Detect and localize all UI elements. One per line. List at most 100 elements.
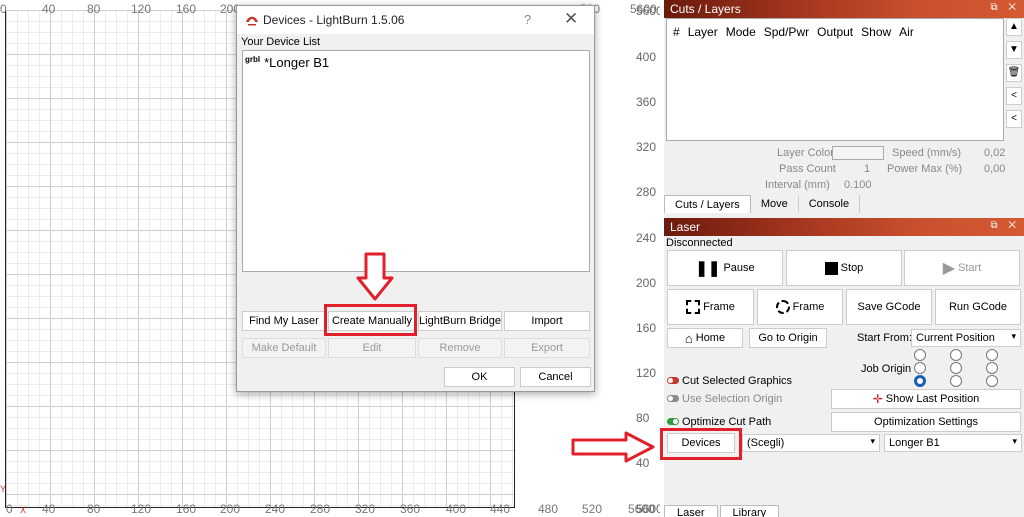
cut-selected-label: Cut Selected Graphics — [682, 375, 793, 387]
device-select[interactable]: Longer B1 ▾ — [884, 434, 1022, 452]
pause-icon: ❚❚ — [695, 260, 721, 277]
make-default-button[interactable]: Make Default — [242, 338, 326, 358]
ruler-bottom-label: 440 — [490, 502, 511, 516]
pause-button[interactable]: ❚❚ Pause — [667, 250, 783, 286]
edit-button[interactable]: Edit — [328, 338, 416, 358]
job-origin-top-center[interactable] — [950, 349, 962, 361]
go-to-origin-button[interactable]: Go to Origin — [749, 328, 827, 348]
job-origin-bottom-left[interactable] — [914, 375, 926, 387]
device-name: *Longer B1 — [264, 55, 330, 70]
tab-library[interactable]: Library — [719, 505, 780, 517]
tab-cuts-layers[interactable]: Cuts / Layers — [664, 195, 751, 213]
ruler-bottom-label: 520 — [582, 502, 603, 516]
cut-selected-toggle[interactable] — [667, 377, 679, 384]
devices-button-highlight — [660, 428, 742, 460]
panel-float-close-icon[interactable]: ⧉ ✕ — [990, 220, 1020, 231]
ok-button[interactable]: OK — [444, 367, 515, 387]
show-last-position-button[interactable]: ✛ Show Last Position — [831, 389, 1021, 409]
chevron-down-icon: ▾ — [1011, 331, 1016, 341]
chevron-down-icon: ▾ — [1012, 436, 1017, 446]
ruler-right-label: 160 — [636, 321, 657, 335]
panel-float-close-icon[interactable]: ⧉ ✕ — [990, 2, 1020, 13]
laser-bottom-tabs: Laser Library — [664, 505, 781, 517]
home-icon: ⌂ — [684, 330, 693, 346]
remove-button[interactable]: Remove — [418, 338, 502, 358]
pass-count-value[interactable]: 1 — [864, 163, 870, 175]
create-manually-highlight — [324, 304, 417, 336]
ruler-right-label: 5600 — [636, 4, 660, 18]
lightburn-bridge-button[interactable]: LightBurn Bridge — [418, 311, 502, 331]
job-origin-middle-right[interactable] — [986, 362, 998, 374]
ruler-right-label: 120 — [636, 366, 657, 380]
connection-status: Disconnected — [666, 237, 733, 249]
frame-button[interactable]: Frame — [667, 289, 754, 325]
pass-count-label: Pass Count — [779, 163, 836, 175]
job-origin-middle-left[interactable] — [914, 362, 926, 374]
port-select[interactable]: (Scegli) ▾ — [742, 434, 880, 452]
import-button[interactable]: Import — [504, 311, 590, 331]
job-origin-top-left[interactable] — [914, 349, 926, 361]
ruler-right-label: 200 — [636, 276, 657, 290]
move-down-icon[interactable]: ▼ — [1006, 41, 1022, 59]
job-origin-bottom-right[interactable] — [986, 375, 998, 387]
tab-laser[interactable]: Laser — [664, 505, 718, 517]
ruler-right-label: 80 — [636, 411, 650, 425]
ruler-bottom-label: 360 — [400, 502, 421, 516]
optimize-cut-path-label: Optimize Cut Path — [682, 416, 772, 428]
tab-move[interactable]: Move — [750, 195, 799, 213]
dialog-titlebar[interactable]: Devices - LightBurn 1.5.06 ? ✕ — [237, 6, 594, 34]
speed-value[interactable]: 0,02 — [984, 147, 1005, 159]
power-max-value[interactable]: 0,00 — [984, 163, 1005, 175]
ruler-right-label: 280 — [636, 185, 657, 199]
help-icon[interactable]: ? — [524, 12, 531, 27]
ruler-top-label: 0 — [0, 2, 7, 16]
tab-console[interactable]: Console — [798, 195, 861, 213]
export-button[interactable]: Export — [504, 338, 590, 358]
layer-color-swatch[interactable] — [832, 146, 884, 160]
chevron-left-icon[interactable]: < — [1006, 87, 1022, 105]
run-gcode-button[interactable]: Run GCode — [935, 289, 1021, 325]
layers-table[interactable]: # Layer Mode Spd/Pwr Output Show Air — [666, 18, 1004, 141]
ruler-bottom-label: 280 — [310, 502, 331, 516]
job-origin-top-right[interactable] — [986, 349, 998, 361]
stop-button[interactable]: Stop — [786, 250, 902, 286]
cancel-button[interactable]: Cancel — [520, 367, 591, 387]
home-button[interactable]: ⌂ Home — [667, 328, 743, 348]
list-item[interactable]: grbl *Longer B1 — [245, 55, 329, 70]
column-show: Show — [861, 25, 892, 39]
job-origin-bottom-center[interactable] — [950, 375, 962, 387]
optimize-cut-path-toggle[interactable] — [667, 418, 679, 425]
interval-value[interactable]: 0.100 — [844, 179, 872, 191]
close-icon[interactable]: ✕ — [564, 9, 578, 29]
ruler-top-label: 160 — [176, 2, 197, 16]
frame-circle-button[interactable]: Frame — [757, 289, 843, 325]
start-from-select[interactable]: Current Position ▾ — [911, 329, 1021, 347]
start-button[interactable]: ▶ Start — [904, 250, 1020, 286]
cuts-layers-title: Cuts / Layers — [670, 2, 741, 16]
right-arrow-annotation — [571, 431, 655, 463]
find-my-laser-button[interactable]: Find My Laser — [242, 311, 326, 331]
job-origin-center[interactable] — [950, 362, 962, 374]
ruler-bottom-label: 40 — [42, 502, 56, 516]
use-selection-origin-label: Use Selection Origin — [682, 393, 783, 405]
ruler-right-label: 360 — [636, 95, 657, 109]
device-list[interactable]: grbl *Longer B1 — [242, 50, 590, 272]
optimization-settings-button[interactable]: Optimization Settings — [831, 412, 1021, 432]
use-selection-origin-toggle[interactable] — [667, 395, 679, 402]
play-icon: ▶ — [942, 260, 956, 277]
laser-header: Laser ⧉ ✕ — [664, 218, 1024, 236]
ruler-top-label: 120 — [131, 2, 152, 16]
move-up-icon[interactable]: ▲ — [1006, 18, 1022, 36]
cuts-layers-header: Cuts / Layers ⧉ ✕ — [664, 0, 1024, 18]
ruler-bottom-label: 200 — [220, 502, 241, 516]
column-number: # — [673, 25, 680, 39]
ruler-bottom-label: 120 — [131, 502, 152, 516]
ruler-right-label: 320 — [636, 140, 657, 154]
save-gcode-button[interactable]: Save GCode — [846, 289, 932, 325]
trash-icon[interactable]: 🗑 — [1006, 64, 1022, 82]
crosshair-icon: ✛ — [872, 392, 883, 406]
chevron-left-icon[interactable]: < — [1006, 110, 1022, 128]
device-list-label: Your Device List — [241, 36, 321, 48]
axis-x-label: X — [20, 505, 27, 515]
frame-circle-icon — [775, 300, 790, 314]
